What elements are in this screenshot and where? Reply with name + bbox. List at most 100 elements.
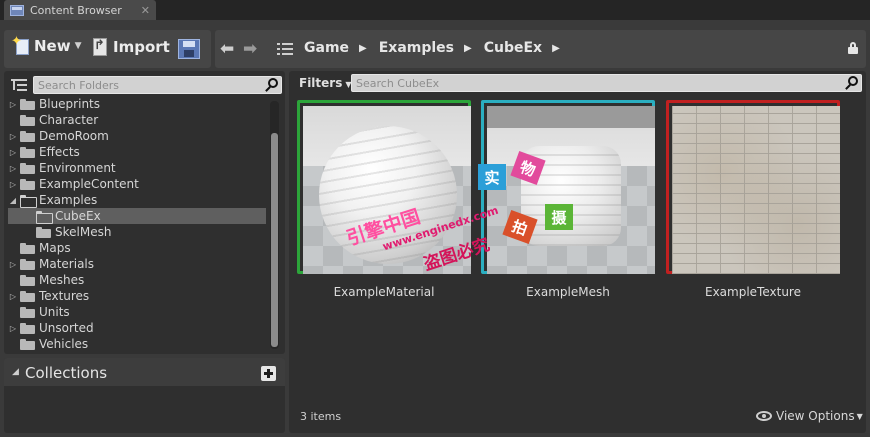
tab-label: Content Browser <box>30 3 122 17</box>
asset-search-input[interactable] <box>352 75 861 91</box>
folder-blueprints[interactable]: ▷ Blueprints <box>8 96 266 112</box>
watermark-box: 实 <box>478 164 506 190</box>
asset-tile-texture[interactable] <box>666 100 840 274</box>
folder-units[interactable]: Units <box>8 304 266 320</box>
view-options-button[interactable]: View Options ▼ <box>756 409 863 423</box>
collapse-arrow-icon[interactable]: ◢ <box>12 367 19 377</box>
scrollbar-thumb[interactable] <box>271 133 278 347</box>
folder-label: Effects <box>39 145 80 159</box>
folder-icon <box>36 226 51 238</box>
save-all-button[interactable] <box>178 39 200 59</box>
folder-label: Units <box>39 305 70 319</box>
expand-arrow-icon[interactable]: ▷ <box>8 324 18 333</box>
asset-label: ExampleMaterial <box>333 285 435 299</box>
folder-icon <box>20 242 35 254</box>
path-history-icon[interactable] <box>277 42 293 56</box>
folder-cubeex[interactable]: CubeEx <box>8 208 266 224</box>
mesh-thumbnail <box>487 106 655 274</box>
expand-arrow-icon[interactable]: ▷ <box>8 132 18 141</box>
folder-maps[interactable]: Maps <box>8 240 266 256</box>
folder-icon <box>20 290 35 302</box>
folder-label: Examples <box>39 193 98 207</box>
folder-search-box <box>33 76 282 94</box>
folder-label: Meshes <box>39 273 85 287</box>
collapse-arrow-icon[interactable]: ◢ <box>8 196 18 205</box>
eye-icon <box>756 411 772 421</box>
folder-examples[interactable]: ◢ Examples <box>8 192 266 208</box>
folder-icon <box>20 130 35 142</box>
folder-label: SkelMesh <box>55 225 112 239</box>
folder-label: Unsorted <box>39 321 94 335</box>
breadcrumb-separator-icon[interactable]: ▶ <box>464 43 472 54</box>
open-folder-icon <box>36 210 53 224</box>
asset-search-box <box>351 74 862 92</box>
folder-search-row <box>8 75 283 95</box>
import-icon: ↱ <box>90 36 110 58</box>
chevron-down-icon: ▼ <box>74 41 82 51</box>
breadcrumb-cubeex[interactable]: CubeEx <box>484 40 542 56</box>
expand-arrow-icon[interactable]: ▷ <box>8 292 18 301</box>
folder-scrollbar[interactable] <box>270 101 279 349</box>
folder-meshes[interactable]: Meshes <box>8 272 266 288</box>
expand-arrow-icon[interactable]: ▷ <box>8 100 18 109</box>
breadcrumb-separator-icon[interactable]: ▶ <box>359 43 367 54</box>
watermark-box: 摄 <box>545 204 573 230</box>
folder-search-input[interactable] <box>34 77 281 93</box>
folder-icon <box>20 306 35 318</box>
tab-content-browser[interactable]: Content Browser ✕ <box>4 0 156 20</box>
folder-textures[interactable]: ▷ Textures <box>8 288 266 304</box>
back-arrow-icon[interactable]: ⬅ <box>220 39 234 59</box>
folder-vehicles[interactable]: Vehicles <box>8 336 266 352</box>
folder-label: DemoRoom <box>39 129 109 143</box>
filters-label: Filters <box>299 76 343 90</box>
folder-skelmesh[interactable]: SkelMesh <box>8 224 266 240</box>
add-collection-icon[interactable] <box>261 366 276 381</box>
folder-character[interactable]: Character <box>8 112 266 128</box>
folder-label: ExampleContent <box>39 177 139 191</box>
expand-arrow-icon[interactable]: ▷ <box>8 260 18 269</box>
breadcrumb: Game ▶ Examples ▶ CubeEx ▶ <box>304 40 572 56</box>
folder-environment[interactable]: ▷ Environment <box>8 160 266 176</box>
lock-icon[interactable] <box>848 42 858 54</box>
folder-label: Character <box>39 113 99 127</box>
filters-button[interactable]: Filters ▼ <box>299 76 352 90</box>
folder-demoroom[interactable]: ▷ DemoRoom <box>8 128 266 144</box>
folder-label: Environment <box>39 161 116 175</box>
import-button-label: Import <box>113 38 170 56</box>
folder-icon <box>20 178 35 190</box>
forward-arrow-icon[interactable]: ➡ <box>243 39 257 59</box>
new-button[interactable]: ✦ New ▼ <box>11 34 82 56</box>
folder-icon <box>20 258 35 270</box>
folder-examplecontent[interactable]: ▷ ExampleContent <box>8 176 266 192</box>
import-button[interactable]: ↱ Import <box>90 36 170 58</box>
close-icon[interactable]: ✕ <box>141 4 150 17</box>
folder-icon <box>20 98 35 110</box>
search-icon <box>265 78 279 92</box>
folder-effects[interactable]: ▷ Effects <box>8 144 266 160</box>
chevron-down-icon: ▼ <box>856 411 863 421</box>
asset-tile-mesh[interactable] <box>481 100 655 274</box>
path-bar: ⬅ ➡ Game ▶ Examples ▶ CubeEx ▶ <box>215 30 866 68</box>
expand-arrow-icon[interactable]: ▷ <box>8 148 18 157</box>
folder-label: Textures <box>39 289 90 303</box>
folder-icon <box>20 322 35 334</box>
new-asset-icon: ✦ <box>11 34 31 56</box>
texture-thumbnail <box>672 106 840 274</box>
folder-unsorted[interactable]: ▷ Unsorted <box>8 320 266 336</box>
collections-header[interactable]: ◢ Collections <box>4 358 285 386</box>
toggle-sources-icon[interactable] <box>11 78 27 92</box>
breadcrumb-examples[interactable]: Examples <box>379 40 454 56</box>
breadcrumb-game[interactable]: Game <box>304 40 349 56</box>
asset-toolbar: ✦ New ▼ ↱ Import <box>4 30 211 68</box>
folder-icon <box>20 114 35 126</box>
tab-bar: Content Browser ✕ <box>0 0 870 20</box>
expand-arrow-icon[interactable]: ▷ <box>8 164 18 173</box>
folder-label: Materials <box>39 257 95 271</box>
folder-label: CubeEx <box>55 209 101 223</box>
folder-materials[interactable]: ▷ Materials <box>8 256 266 272</box>
open-folder-icon <box>20 194 37 208</box>
collections-panel: ◢ Collections <box>4 358 285 433</box>
expand-arrow-icon[interactable]: ▷ <box>8 180 18 189</box>
folder-label: Blueprints <box>39 97 101 111</box>
breadcrumb-separator-icon[interactable]: ▶ <box>552 43 560 54</box>
